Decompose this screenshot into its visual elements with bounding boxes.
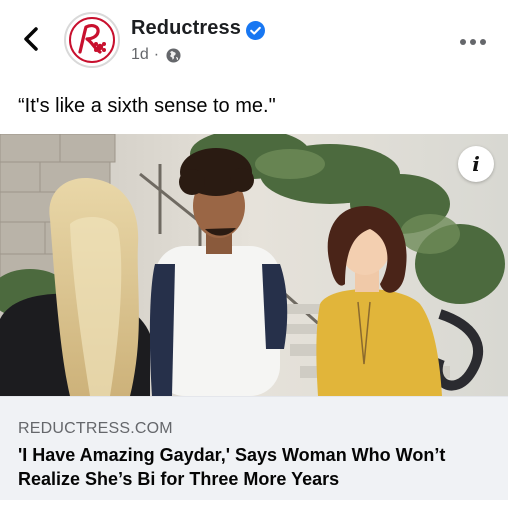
- reductress-logo: [69, 17, 115, 63]
- link-preview-image[interactable]: i: [0, 134, 508, 396]
- post-caption: “It's like a sixth sense to me.": [18, 95, 276, 117]
- post-timestamp[interactable]: 1d: [131, 46, 149, 64]
- link-headline[interactable]: 'I Have Amazing Gaydar,' Says Woman Who …: [18, 443, 498, 491]
- link-preview-footer[interactable]: REDUCTRESS.COM 'I Have Amazing Gaydar,' …: [0, 396, 508, 500]
- post-meta: 1d ·: [131, 46, 181, 64]
- info-button[interactable]: i: [458, 146, 494, 182]
- globe-icon[interactable]: [166, 47, 181, 63]
- back-button[interactable]: [18, 24, 46, 54]
- page-name[interactable]: Reductress: [131, 17, 241, 40]
- verified-badge-icon: [246, 21, 265, 40]
- article-photo: [0, 134, 508, 396]
- more-horizontal-icon: [460, 39, 486, 45]
- page-avatar[interactable]: [64, 12, 120, 68]
- chevron-left-icon: [24, 27, 38, 51]
- more-options-button[interactable]: [458, 34, 488, 45]
- post-bottom-spacer: [0, 500, 508, 512]
- link-domain: REDUCTRESS.COM: [18, 420, 173, 437]
- facebook-post: Reductress 1d · “It's like a sixth sense…: [0, 0, 508, 512]
- link-preview-card[interactable]: i REDUCTRESS.COM 'I Have Amazing Gaydar,…: [0, 134, 508, 500]
- meta-separator: ·: [153, 46, 160, 63]
